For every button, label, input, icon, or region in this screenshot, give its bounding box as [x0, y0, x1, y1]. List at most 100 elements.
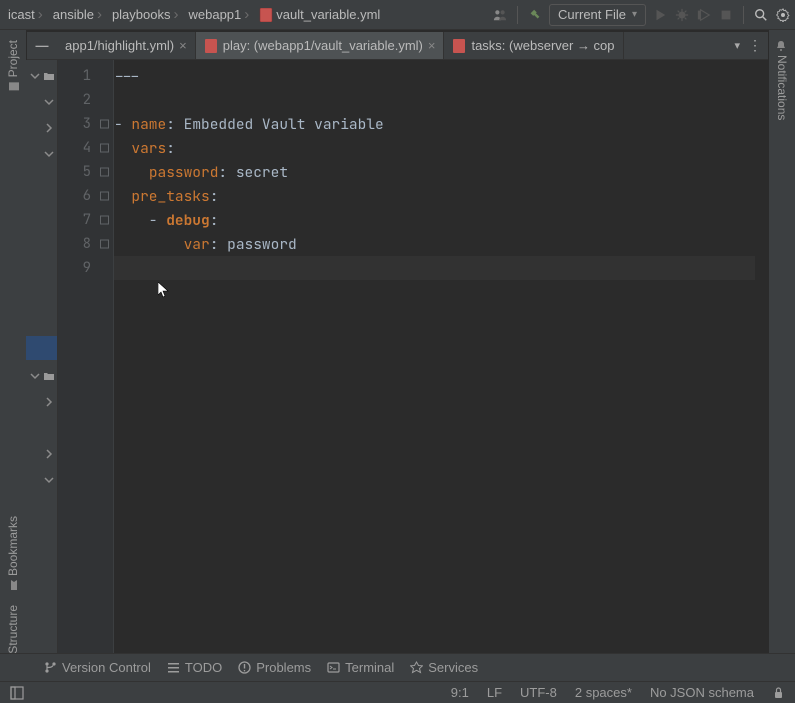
- fold-icon[interactable]: [100, 168, 109, 177]
- label: Version Control: [62, 660, 151, 675]
- tree-row[interactable]: [26, 366, 57, 386]
- gutter-line[interactable]: 7: [58, 208, 113, 232]
- run-config-selector[interactable]: Current File ▾: [549, 4, 646, 26]
- tree-row[interactable]: [26, 392, 57, 412]
- fold-icon[interactable]: [100, 144, 109, 153]
- tree-row[interactable]: [26, 66, 57, 86]
- gutter-line[interactable]: 6: [58, 184, 113, 208]
- chevron-down-icon: [43, 148, 55, 160]
- gutter-line[interactable]: 1: [58, 64, 113, 88]
- tree-row-selected[interactable]: [26, 336, 57, 360]
- editor-tab[interactable]: tasks: (webserver → cop: [444, 32, 623, 59]
- tab-label: tasks: (webserver → cop: [471, 38, 614, 53]
- code-key: password: [149, 163, 219, 182]
- code-text: [114, 235, 184, 254]
- fold-icon[interactable]: [100, 120, 109, 129]
- coverage-icon[interactable]: [696, 7, 712, 23]
- code-key: pre_tasks: [131, 187, 209, 206]
- gutter-line[interactable]: 8: [58, 232, 113, 256]
- todo-toolwindow-button[interactable]: TODO: [167, 660, 222, 675]
- code-text: -: [114, 211, 166, 230]
- editor-tab[interactable]: app1/highlight.yml) ×: [57, 32, 196, 59]
- tab-left-controls: —: [27, 32, 57, 59]
- chevron-right-icon: [43, 396, 55, 408]
- gutter-line[interactable]: 4: [58, 136, 113, 160]
- run-config-label: Current File: [558, 7, 626, 22]
- search-icon[interactable]: [753, 7, 769, 23]
- indent[interactable]: 2 spaces*: [575, 685, 632, 700]
- tree-row[interactable]: [26, 470, 57, 490]
- terminal-toolwindow-button[interactable]: Terminal: [327, 660, 394, 675]
- bookmarks-toolwindow-button[interactable]: Bookmarks: [6, 512, 20, 595]
- code-text: : password: [210, 235, 297, 254]
- chevron-down-icon[interactable]: ▾: [734, 39, 740, 52]
- users-icon[interactable]: [492, 7, 508, 23]
- tree-row[interactable]: [26, 118, 57, 138]
- vcs-toolwindow-button[interactable]: Version Control: [44, 660, 151, 675]
- fold-icon[interactable]: [100, 240, 109, 249]
- chevron-right-icon: ›: [97, 6, 102, 23]
- separator: [743, 6, 744, 24]
- code-text: ---: [114, 67, 140, 86]
- code-key: name: [131, 115, 166, 134]
- gutter-line[interactable]: 3: [58, 112, 113, 136]
- chevron-down-icon: [43, 474, 55, 486]
- code-area[interactable]: ✓ --- - name: Embedded Vault variable va…: [114, 60, 769, 653]
- code-editor[interactable]: 1 2 3 4 5 6 7 8 9 ✓ --- - name: Embedded…: [58, 60, 769, 653]
- code-text: : secret: [218, 163, 288, 182]
- editor-tabs: — app1/highlight.yml) × play: (webapp1/v…: [27, 32, 768, 60]
- schema[interactable]: No JSON schema: [650, 685, 754, 700]
- lock-icon[interactable]: [772, 686, 785, 699]
- breadcrumb-item[interactable]: icast›: [4, 6, 47, 23]
- chevron-right-icon: ›: [38, 6, 43, 23]
- gutter-line[interactable]: 9: [58, 256, 113, 280]
- status-right: 9:1 LF UTF-8 2 spaces* No JSON schema: [451, 685, 785, 700]
- toolwindows-icon[interactable]: [10, 686, 24, 700]
- tab-label: play: (webapp1/vault_variable.yml): [223, 38, 423, 53]
- bookmark-icon: [7, 579, 19, 591]
- fold-icon[interactable]: [100, 216, 109, 225]
- tree-row[interactable]: [26, 92, 57, 112]
- project-toolwindow-button[interactable]: Project: [6, 36, 20, 96]
- label: TODO: [185, 660, 222, 675]
- caret-position[interactable]: 9:1: [451, 685, 469, 700]
- list-icon: [167, 661, 180, 674]
- code-text: :: [210, 187, 219, 206]
- breadcrumb-item[interactable]: ansible›: [49, 6, 106, 23]
- settings-icon[interactable]: [775, 7, 791, 23]
- problems-toolwindow-button[interactable]: Problems: [238, 660, 311, 675]
- label: Terminal: [345, 660, 394, 675]
- close-icon[interactable]: ×: [179, 38, 187, 53]
- breadcrumb-item[interactable]: playbooks›: [108, 6, 183, 23]
- build-icon[interactable]: [527, 7, 543, 23]
- stop-icon[interactable]: [718, 7, 734, 23]
- gutter-line[interactable]: 5: [58, 160, 113, 184]
- code-key: var: [184, 235, 210, 254]
- minimize-icon[interactable]: —: [36, 38, 49, 53]
- breadcrumb-label: icast: [8, 7, 35, 22]
- close-icon[interactable]: ×: [428, 38, 436, 53]
- services-toolwindow-button[interactable]: Services: [410, 660, 478, 675]
- more-icon[interactable]: ⋮: [748, 37, 762, 54]
- breadcrumb-item[interactable]: webapp1›: [184, 6, 253, 23]
- encoding[interactable]: UTF-8: [520, 685, 557, 700]
- breadcrumb-label: playbooks: [112, 7, 171, 22]
- gutter-line[interactable]: 2: [58, 88, 113, 112]
- run-icon[interactable]: [652, 7, 668, 23]
- breadcrumb-label: webapp1: [188, 7, 241, 22]
- fold-icon[interactable]: [100, 192, 109, 201]
- tree-row[interactable]: [26, 444, 57, 464]
- bookmarks-label: Bookmarks: [6, 516, 20, 576]
- breadcrumb-item[interactable]: vault_variable.yml: [255, 7, 384, 22]
- line-separator[interactable]: LF: [487, 685, 502, 700]
- notifications-toolwindow-button[interactable]: Notifications: [775, 36, 789, 124]
- bell-icon: [776, 40, 788, 52]
- structure-label: Structure: [6, 605, 20, 654]
- debug-icon[interactable]: [674, 7, 690, 23]
- project-tree[interactable]: [26, 60, 58, 653]
- tab-label: app1/highlight.yml): [65, 38, 174, 53]
- editor-tab-active[interactable]: play: (webapp1/vault_variable.yml) ×: [196, 32, 445, 59]
- tree-row[interactable]: [26, 144, 57, 164]
- code-text: :: [210, 211, 219, 230]
- chevron-right-icon: [43, 448, 55, 460]
